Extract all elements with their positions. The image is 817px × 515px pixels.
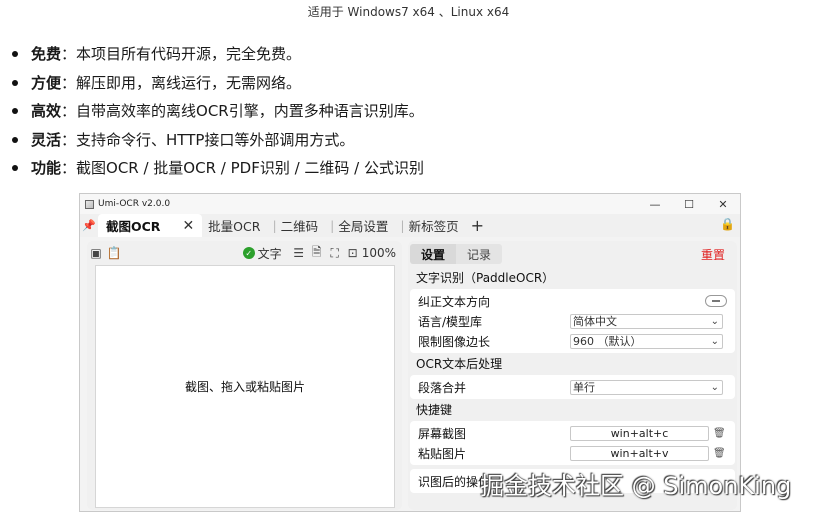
- text-toggle[interactable]: ✓ 文字: [242, 245, 282, 262]
- setting-row: 语言/模型库 简体中文 ⌄: [410, 311, 735, 331]
- zoom-ratio-icon[interactable]: ⊡: [344, 244, 362, 262]
- section-title: OCR文本后处理: [416, 357, 503, 371]
- screenshot-hotkey-label: 屏幕截图: [418, 426, 467, 441]
- setting-row: 粘贴图片 win+alt+v 🗑: [410, 443, 735, 463]
- feature-term: 免费: [31, 45, 62, 64]
- bullet-icon: [12, 165, 18, 172]
- list-icon[interactable]: ☰: [290, 244, 308, 262]
- tab-separator: |: [330, 218, 335, 233]
- image-drop-area[interactable]: 截图、拖入或粘贴图片: [95, 265, 395, 508]
- orientation-toggle[interactable]: [705, 295, 727, 307]
- bullet-icon: [12, 108, 18, 115]
- limit-label: 限制图像边长: [418, 334, 491, 349]
- feature-desc: ：本项目所有代码开源，完全免费。: [61, 45, 302, 64]
- language-select[interactable]: 简体中文 ⌄: [570, 313, 723, 329]
- bullet-icon: [12, 136, 18, 143]
- reset-button[interactable]: 重置: [701, 246, 725, 263]
- tab-label: 新标签页: [408, 219, 459, 234]
- ocr-settings-card: 纠正文本方向 语言/模型库 简体中文 ⌄ 限制图像边长 960 （默认） ⌄: [410, 289, 735, 353]
- check-icon: ✓: [242, 247, 255, 259]
- setting-row: 纠正文本方向: [410, 291, 735, 311]
- image-toolbar: ▣ 📋 ✓ 文字 ☰ 🗎 ⛶ ⊡ 100%: [87, 241, 402, 265]
- screenshot-hotkey-field[interactable]: win+alt+c: [570, 425, 709, 441]
- bullet-icon: [12, 79, 18, 86]
- chevron-down-icon: ⌄: [710, 315, 719, 327]
- feature-item: 免费 ：本项目所有代码开源，完全免费。: [8, 40, 424, 69]
- limit-select[interactable]: 960 （默认） ⌄: [570, 333, 723, 349]
- text-toggle-label: 文字: [257, 246, 282, 261]
- clipboard-icon[interactable]: 📋: [105, 244, 123, 262]
- section-title: 快捷键: [416, 403, 453, 417]
- feature-list: 免费 ：本项目所有代码开源，完全免费。 方便 ：解压即用，离线运行，无需网络。 高效…: [8, 40, 424, 183]
- minimize-button[interactable]: —: [638, 194, 672, 214]
- feature-item: 功能 ：截图OCR / 批量OCR / PDF识别 / 二维码 / 公式识别: [8, 154, 424, 183]
- post-settings-card: 段落合并 单行 ⌄: [410, 375, 735, 399]
- tab-label: 批量OCR: [208, 219, 261, 234]
- tab-separator: |: [400, 218, 405, 233]
- paragraph-select[interactable]: 单行 ⌄: [570, 379, 723, 395]
- chevron-down-icon: ⌄: [710, 335, 719, 347]
- tab-label: 截图OCR: [106, 219, 161, 234]
- paste-hotkey-label: 粘贴图片: [418, 446, 467, 461]
- language-label: 语言/模型库: [418, 314, 483, 329]
- setting-row: 屏幕截图 win+alt+c 🗑: [410, 423, 735, 443]
- tab-bar: 📌 截图OCR ✕ 批量OCR | 二维码 | 全局设置 | 新标签页 + 🔒: [80, 214, 740, 237]
- hotkey-card: 屏幕截图 win+alt+c 🗑 粘贴图片 win+alt+v 🗑: [410, 421, 735, 465]
- setting-row: 段落合并 单行 ⌄: [410, 377, 735, 397]
- feature-term: 高效: [31, 102, 62, 121]
- fit-screen-icon[interactable]: ⛶: [326, 244, 344, 262]
- feature-desc: ：解压即用，离线运行，无需网络。: [61, 73, 302, 92]
- lock-icon[interactable]: 🔒: [720, 217, 735, 231]
- feature-item: 方便 ：解压即用，离线运行，无需网络。: [8, 69, 424, 98]
- add-tab-button[interactable]: +: [465, 216, 490, 235]
- watermark: 掘金技术社区 @ SimonKing: [480, 472, 792, 500]
- drop-hint: 截图、拖入或粘贴图片: [184, 380, 305, 394]
- tab-settings[interactable]: 设置: [410, 244, 457, 264]
- image-panel: ▣ 📋 ✓ 文字 ☰ 🗎 ⛶ ⊡ 100% 截图、拖入或粘贴图片: [87, 241, 402, 510]
- tab-global-settings[interactable]: | 全局设置: [324, 214, 394, 237]
- platform-support-text: 适用于 Windows7 x64 、Linux x64: [307, 5, 510, 19]
- setting-row: 限制图像边长 960 （默认） ⌄: [410, 331, 735, 351]
- tab-qrcode[interactable]: | 二维码: [266, 214, 324, 237]
- bullet-icon: [12, 51, 18, 58]
- window-title: Umi-OCR v2.0.0: [98, 199, 171, 209]
- feature-term: 功能: [31, 159, 62, 178]
- tab-screenshot-ocr[interactable]: 截图OCR ✕: [98, 214, 203, 237]
- tab-separator: |: [272, 218, 277, 233]
- orientation-label: 纠正文本方向: [418, 294, 491, 309]
- tab-batch-ocr[interactable]: 批量OCR: [202, 214, 266, 237]
- maximize-button[interactable]: ☐: [672, 194, 706, 214]
- tab-records[interactable]: 记录: [456, 244, 503, 264]
- feature-item: 高效 ：自带高效率的离线OCR引擎，内置多种语言识别库。: [8, 97, 424, 126]
- paragraph-label: 段落合并: [418, 380, 467, 395]
- feature-desc: ：自带高效率的离线OCR引擎，内置多种语言识别库。: [61, 102, 424, 121]
- feature-desc: ：截图OCR / 批量OCR / PDF识别 / 二维码 / 公式识别: [61, 159, 425, 178]
- tab-label: 二维码: [280, 219, 319, 234]
- chevron-down-icon: ⌄: [710, 381, 719, 393]
- feature-term: 灵活: [31, 130, 62, 149]
- section-title: 文字识别（PaddleOCR）: [416, 271, 555, 285]
- feature-desc: ：支持命令行、HTTP接口等外部调用方式。: [61, 130, 355, 149]
- zoom-level[interactable]: 100%: [362, 246, 396, 260]
- save-icon[interactable]: 🗎: [308, 244, 326, 262]
- tab-close-icon[interactable]: ✕: [182, 218, 194, 234]
- image-icon[interactable]: ▣: [87, 244, 105, 262]
- pin-icon[interactable]: 📌: [80, 219, 98, 232]
- app-logo-icon: [85, 199, 94, 209]
- close-button[interactable]: ✕: [706, 194, 740, 214]
- feature-term: 方便: [31, 73, 62, 92]
- paste-hotkey-field[interactable]: win+alt+v: [570, 445, 709, 461]
- tab-new[interactable]: | 新标签页: [394, 214, 464, 237]
- settings-tabs: 设置 记录 重置: [408, 241, 737, 267]
- feature-item: 灵活 ：支持命令行、HTTP接口等外部调用方式。: [8, 126, 424, 155]
- tab-label: 全局设置: [338, 219, 389, 234]
- title-bar[interactable]: Umi-OCR v2.0.0 — ☐ ✕: [80, 194, 740, 214]
- trash-icon[interactable]: 🗑: [713, 448, 726, 459]
- trash-icon[interactable]: 🗑: [713, 428, 726, 439]
